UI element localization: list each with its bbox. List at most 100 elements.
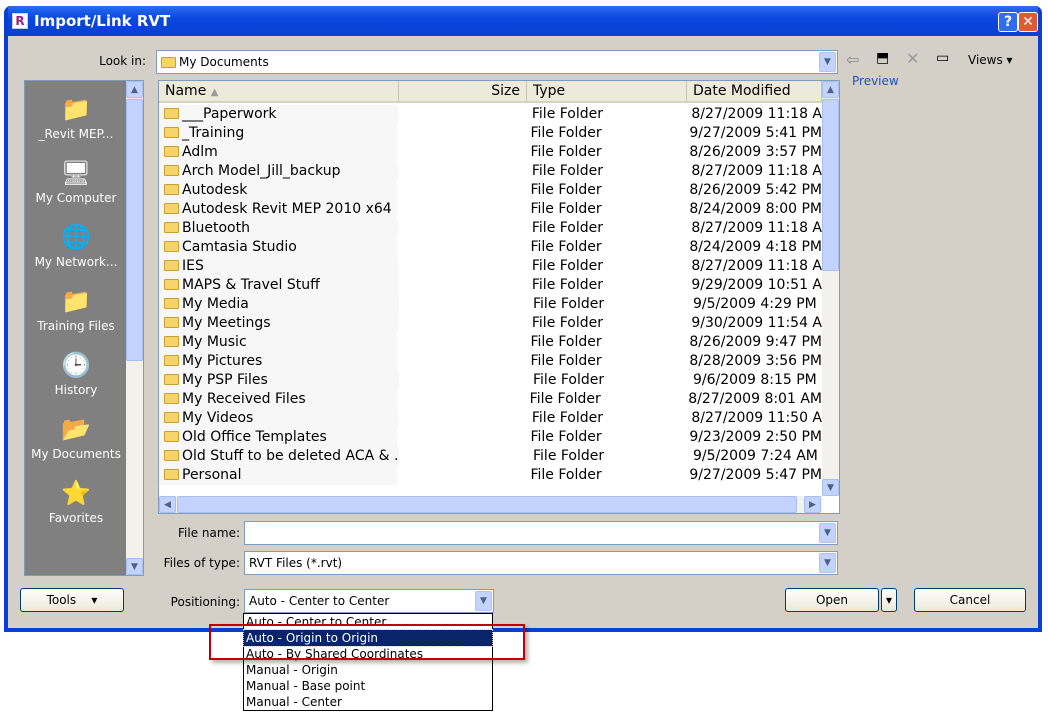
file-row[interactable]: My Videos File Folder 8/27/2009 11:50 A [159,409,822,428]
open-button[interactable]: Open [785,588,879,612]
file-type: File Folder [530,467,602,483]
file-row[interactable]: My Pictures File Folder 8/28/2009 3:56 PM [159,352,822,371]
scroll-right-icon[interactable]: ▶ [804,496,821,513]
file-date: 9/5/2009 7:24 AM [693,448,818,464]
scroll-down-icon[interactable]: ▼ [126,558,143,575]
tools-button[interactable]: Tools ▾ [20,588,124,612]
file-row[interactable]: Adlm File Folder 8/26/2009 3:57 PM [159,143,822,162]
folder-icon: 📁 [61,287,91,315]
file-date: 9/6/2009 8:15 PM [693,372,817,388]
places-scrollbar[interactable]: ▲ ▼ [126,81,143,575]
file-name: Camtasia Studio [182,239,297,255]
file-date: 8/27/2009 11:18 A [691,258,822,274]
place-clock[interactable]: 🕒 History [25,337,127,401]
new-folder-icon[interactable]: ▭ [936,50,949,66]
file-row[interactable]: My Music File Folder 8/26/2009 9:47 PM [159,333,822,352]
look-in-combo[interactable]: My Documents ▼ [156,50,838,74]
file-row[interactable]: Camtasia Studio File Folder 8/24/2009 4:18… [159,238,822,257]
column-type[interactable]: Type [527,81,687,101]
file-date: 8/27/2009 11:18 A [691,163,822,179]
file-row[interactable]: My Received Files File Folder 8/27/2009 8:… [159,390,822,409]
chevron-down-icon[interactable]: ▼ [819,523,836,543]
scroll-up-icon[interactable]: ▲ [126,81,143,98]
cancel-button[interactable]: Cancel [914,588,1026,612]
file-row[interactable]: _Training File Folder 9/27/2009 5:41 PM [159,124,822,143]
views-button[interactable]: Views ▾ [968,53,1013,67]
place-folder[interactable]: 📁 _Revit MEP... [25,81,127,145]
file-type: File Folder [531,258,604,274]
place-computer[interactable]: 🖥 My Computer [25,145,127,209]
hscroll-thumb[interactable] [177,496,797,513]
file-name: MAPS & Travel Stuff [182,277,320,293]
file-type: File Folder [530,334,602,350]
file-name: Autodesk [182,182,248,198]
list-hscrollbar[interactable]: ◀ ▶ [159,496,822,513]
column-size[interactable]: Size [399,81,527,101]
file-date: 8/27/2009 11:50 A [691,410,822,426]
file-name: ___Paperwork [182,106,277,122]
column-name[interactable]: Name ▲ [159,81,399,101]
file-name: My Pictures [182,353,263,369]
folder-icon [164,146,179,157]
file-type: File Folder [531,106,604,122]
dialog-body: Look in: My Documents ▼ ⇦ ⬒ ✕ ▭ Views ▾ … [8,36,1038,628]
positioning-option[interactable]: Manual - Base point [244,678,492,694]
globe-icon: 🌐 [61,223,91,251]
scroll-thumb[interactable] [822,99,839,271]
open-options-button[interactable]: ▾ [881,588,897,612]
file-row[interactable]: Autodesk Revit MEP 2010 x64 File Folder 8/… [159,200,822,219]
file-type: File Folder [530,429,602,445]
file-date: 8/27/2009 11:18 A [691,106,822,122]
file-row[interactable]: Old Stuff to be deleted ACA & ... File Fo… [159,447,822,466]
back-icon[interactable]: ⇦ [846,50,859,69]
place-globe[interactable]: 🌐 My Network... [25,209,127,273]
file-date: 8/27/2009 8:01 AM [688,391,822,407]
chevron-down-icon[interactable]: ▼ [475,591,492,611]
delete-icon[interactable]: ✕ [906,49,919,68]
chevron-down-icon[interactable]: ▼ [819,553,836,573]
column-date-modified[interactable]: Date Modified [687,81,822,101]
positioning-option[interactable]: Manual - Center [244,694,492,710]
file-row[interactable]: My Meetings File Folder 9/30/2009 11:54 A [159,314,822,333]
file-row[interactable]: My PSP Files File Folder 9/6/2009 8:15 PM [159,371,822,390]
file-row[interactable]: Old Office Templates File Folder 9/23/2009… [159,428,822,447]
folder-icon [164,336,179,347]
folder-icon [164,412,179,423]
file-date: 9/30/2009 11:54 A [691,315,822,331]
scroll-left-icon[interactable]: ◀ [159,496,176,513]
folder-icon [164,165,179,176]
up-folder-icon[interactable]: ⬒ [876,50,889,66]
file-row[interactable]: MAPS & Travel Stuff File Folder 9/29/2009 … [159,276,822,295]
file-row[interactable]: My Media File Folder 9/5/2009 4:29 PM [159,295,822,314]
file-name: My PSP Files [182,372,268,388]
file-type: File Folder [529,391,601,407]
file-row[interactable]: Personal File Folder 9/27/2009 5:47 PM [159,466,822,485]
list-vscrollbar[interactable]: ▲ ▼ [822,81,839,496]
file-type-select[interactable]: RVT Files (*.rvt) ▼ [244,551,838,575]
positioning-select[interactable]: Auto - Center to Center ▼ [244,589,494,613]
help-button[interactable]: ? [998,12,1018,32]
scroll-down-icon[interactable]: ▼ [822,479,839,496]
scroll-up-icon[interactable]: ▲ [822,81,839,98]
file-name: My Videos [182,410,254,426]
file-row[interactable]: ___Paperwork File Folder 8/27/2009 11:18 A [159,105,822,124]
file-row[interactable]: Bluetooth File Folder 8/27/2009 11:18 A [159,219,822,238]
file-name-input[interactable]: ▼ [244,521,838,545]
file-row[interactable]: Autodesk File Folder 8/26/2009 5:42 PM [159,181,822,200]
folder-icon [164,203,179,214]
scroll-thumb[interactable] [126,99,143,361]
file-row[interactable]: IES File Folder 8/27/2009 11:18 A [159,257,822,276]
file-row[interactable]: Arch Model_Jill_backup File Folder 8/27/20… [159,162,822,181]
chevron-down-icon[interactable]: ▼ [819,52,836,72]
close-button[interactable]: ✕ [1018,12,1038,32]
place-star[interactable]: ⭐ Favorites [25,465,127,529]
folder-icon [164,279,179,290]
title-bar: R Import/Link RVT [8,6,1038,36]
place-documents[interactable]: 📂 My Documents [25,401,127,465]
positioning-option[interactable]: Manual - Origin [244,662,492,678]
revit-app-icon: R [12,13,28,29]
file-date: 8/26/2009 9:47 PM [689,334,822,350]
folder-icon [164,355,179,366]
folder-icon [164,127,179,138]
place-folder[interactable]: 📁 Training Files [25,273,127,337]
